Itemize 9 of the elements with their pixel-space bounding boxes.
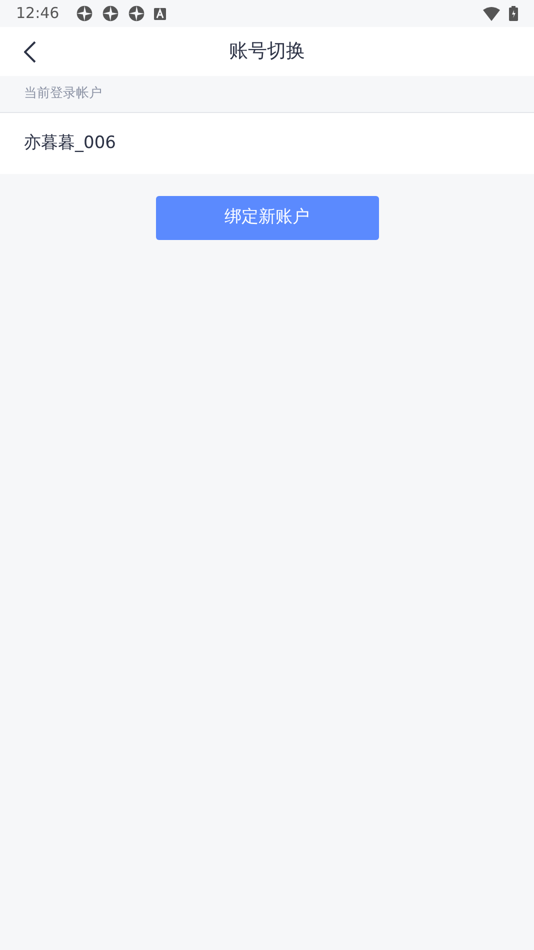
status-time: 12:46 [16, 3, 60, 24]
account-name: 亦暮暮_006 [24, 132, 116, 155]
account-row[interactable]: 亦暮暮_006 [0, 112, 534, 174]
page-title: 账号切换 [229, 39, 305, 64]
wifi-icon [483, 6, 500, 20]
keyboard-icon [154, 8, 166, 20]
section-label: 当前登录帐户 [24, 85, 102, 104]
back-icon [24, 41, 36, 63]
battery-icon [509, 6, 518, 21]
